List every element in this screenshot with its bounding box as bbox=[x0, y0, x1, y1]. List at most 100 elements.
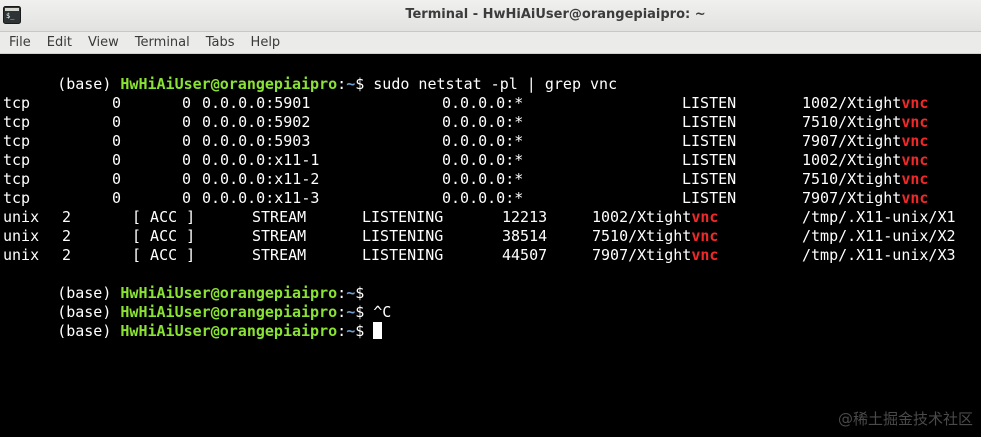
state-cell: LISTENING bbox=[362, 246, 444, 264]
prompt-user-host: HwHiAiUser@orangepiaipro bbox=[120, 322, 338, 340]
inode-cell: 38514 bbox=[502, 227, 548, 245]
table-row: unix 2 [ ACC ] STREAM LISTENING 44507 79… bbox=[3, 246, 956, 265]
inode-cell: 44507 bbox=[502, 246, 548, 264]
proto-cell: unix bbox=[3, 227, 40, 245]
prompt-prefix: (base) bbox=[57, 322, 121, 340]
sendq-cell: 0 bbox=[182, 151, 192, 169]
refcnt-cell: 2 bbox=[62, 246, 72, 264]
program-cell: 7510/Xtightvnc bbox=[592, 227, 718, 246]
grep-match: vnc bbox=[901, 132, 929, 150]
grep-match: vnc bbox=[691, 246, 719, 264]
prompt-colon: : bbox=[337, 322, 347, 340]
path-cell: /tmp/.X11-unix/X2 bbox=[802, 227, 956, 245]
grep-match: vnc bbox=[691, 227, 719, 245]
prompt-line: (base) HwHiAiUser@orangepiaipro:~$ ^C bbox=[3, 284, 391, 321]
flags-cell: [ ACC ] bbox=[132, 208, 196, 226]
proto-cell: tcp bbox=[3, 132, 31, 150]
program-cell: 1002/Xtightvnc bbox=[802, 94, 928, 113]
program-name: 7510/Xtight bbox=[802, 113, 902, 131]
window-title: Terminal - HwHiAiUser@orangepiaipro: ~ bbox=[405, 7, 706, 22]
sendq-cell: 0 bbox=[182, 113, 192, 131]
program-name: 1002/Xtight bbox=[802, 151, 902, 169]
menu-bar: File Edit View Terminal Tabs Help bbox=[0, 32, 981, 54]
table-row: tcp 0 0 0.0.0.0:x11-2 0.0.0.0:* LISTEN 7… bbox=[3, 170, 928, 189]
program-name: 7510/Xtight bbox=[802, 170, 902, 188]
recvq-cell: 0 bbox=[112, 170, 122, 188]
table-row: tcp 0 0 0.0.0.0:x11-1 0.0.0.0:* LISTEN 1… bbox=[3, 151, 928, 170]
grep-match: vnc bbox=[901, 113, 929, 131]
proto-cell: tcp bbox=[3, 113, 31, 131]
terminal-window: $_ Terminal - HwHiAiUser@orangepiaipro: … bbox=[0, 0, 981, 437]
sendq-cell: 0 bbox=[182, 189, 192, 207]
watermark-text: @稀土掘金技术社区 bbox=[837, 410, 973, 428]
type-cell: STREAM bbox=[252, 227, 307, 245]
recvq-cell: 0 bbox=[112, 151, 122, 169]
title-bar[interactable]: $_ Terminal - HwHiAiUser@orangepiaipro: … bbox=[0, 0, 981, 32]
foreign-address-cell: 0.0.0.0:* bbox=[442, 151, 524, 169]
local-address-cell: 0.0.0.0:x11-1 bbox=[202, 151, 320, 169]
local-address-cell: 0.0.0.0:x11-3 bbox=[202, 189, 320, 207]
state-cell: LISTEN bbox=[682, 94, 737, 112]
prompt-line: (base) HwHiAiUser@orangepiaipro:~$ sudo … bbox=[3, 56, 617, 93]
program-cell: 7907/Xtightvnc bbox=[592, 246, 718, 265]
text-cursor bbox=[373, 322, 383, 339]
recvq-cell: 0 bbox=[112, 113, 122, 131]
prompt-colon: : bbox=[337, 75, 347, 93]
foreign-address-cell: 0.0.0.0:* bbox=[442, 170, 524, 188]
foreign-address-cell: 0.0.0.0:* bbox=[442, 132, 524, 150]
active-prompt-line[interactable]: (base) HwHiAiUser@orangepiaipro:~$ bbox=[3, 303, 383, 340]
foreign-address-cell: 0.0.0.0:* bbox=[442, 189, 524, 207]
inode-cell: 12213 bbox=[502, 208, 548, 226]
program-cell: 1002/Xtightvnc bbox=[802, 151, 928, 170]
recvq-cell: 0 bbox=[112, 132, 122, 150]
prompt-prefix: (base) bbox=[57, 75, 121, 93]
sendq-cell: 0 bbox=[182, 94, 192, 112]
table-row: tcp 0 0 0.0.0.0:5901 0.0.0.0:* LISTEN 10… bbox=[3, 94, 928, 113]
state-cell: LISTEN bbox=[682, 189, 737, 207]
state-cell: LISTEN bbox=[682, 132, 737, 150]
program-cell: 7510/Xtightvnc bbox=[802, 113, 928, 132]
prompt-path: ~ bbox=[346, 75, 356, 93]
program-cell: 1002/Xtightvnc bbox=[592, 208, 718, 227]
prompt-user-host: HwHiAiUser@orangepiaipro bbox=[120, 75, 338, 93]
grep-match: vnc bbox=[901, 94, 929, 112]
proto-cell: tcp bbox=[3, 189, 31, 207]
program-cell: 7907/Xtightvnc bbox=[802, 132, 928, 151]
proto-cell: unix bbox=[3, 208, 40, 226]
menu-file[interactable]: File bbox=[0, 33, 38, 53]
menu-terminal[interactable]: Terminal bbox=[126, 33, 197, 53]
menu-tabs[interactable]: Tabs bbox=[197, 33, 242, 53]
refcnt-cell: 2 bbox=[62, 227, 72, 245]
table-row: unix 2 [ ACC ] STREAM LISTENING 38514 75… bbox=[3, 227, 956, 246]
flags-cell: [ ACC ] bbox=[132, 227, 196, 245]
state-cell: LISTEN bbox=[682, 151, 737, 169]
state-cell: LISTEN bbox=[682, 170, 737, 188]
grep-match: vnc bbox=[901, 189, 929, 207]
state-cell: LISTEN bbox=[682, 113, 737, 131]
local-address-cell: 0.0.0.0:x11-2 bbox=[202, 170, 320, 188]
flags-cell: [ ACC ] bbox=[132, 246, 196, 264]
recvq-cell: 0 bbox=[112, 189, 122, 207]
grep-match: vnc bbox=[691, 208, 719, 226]
local-address-cell: 0.0.0.0:5901 bbox=[202, 94, 311, 112]
sendq-cell: 0 bbox=[182, 132, 192, 150]
program-name: 7510/Xtight bbox=[592, 227, 692, 245]
menu-view[interactable]: View bbox=[79, 33, 126, 53]
table-row: tcp 0 0 0.0.0.0:5902 0.0.0.0:* LISTEN 75… bbox=[3, 113, 928, 132]
path-cell: /tmp/.X11-unix/X1 bbox=[802, 208, 956, 226]
type-cell: STREAM bbox=[252, 246, 307, 264]
prompt-dollar: $ bbox=[355, 75, 374, 93]
proto-cell: tcp bbox=[3, 151, 31, 169]
local-address-cell: 0.0.0.0:5903 bbox=[202, 132, 311, 150]
prompt-line: (base) HwHiAiUser@orangepiaipro:~$ bbox=[3, 265, 373, 302]
proto-cell: unix bbox=[3, 246, 40, 264]
terminal-output[interactable]: (base) HwHiAiUser@orangepiaipro:~$ sudo … bbox=[0, 55, 981, 437]
state-cell: LISTENING bbox=[362, 227, 444, 245]
prompt-dollar: $ bbox=[355, 322, 374, 340]
program-name: 7907/Xtight bbox=[592, 246, 692, 264]
menu-edit[interactable]: Edit bbox=[38, 33, 79, 53]
menu-help[interactable]: Help bbox=[242, 33, 288, 53]
program-name: 7907/Xtight bbox=[802, 132, 902, 150]
program-name: 1002/Xtight bbox=[592, 208, 692, 226]
program-name: 1002/Xtight bbox=[802, 94, 902, 112]
